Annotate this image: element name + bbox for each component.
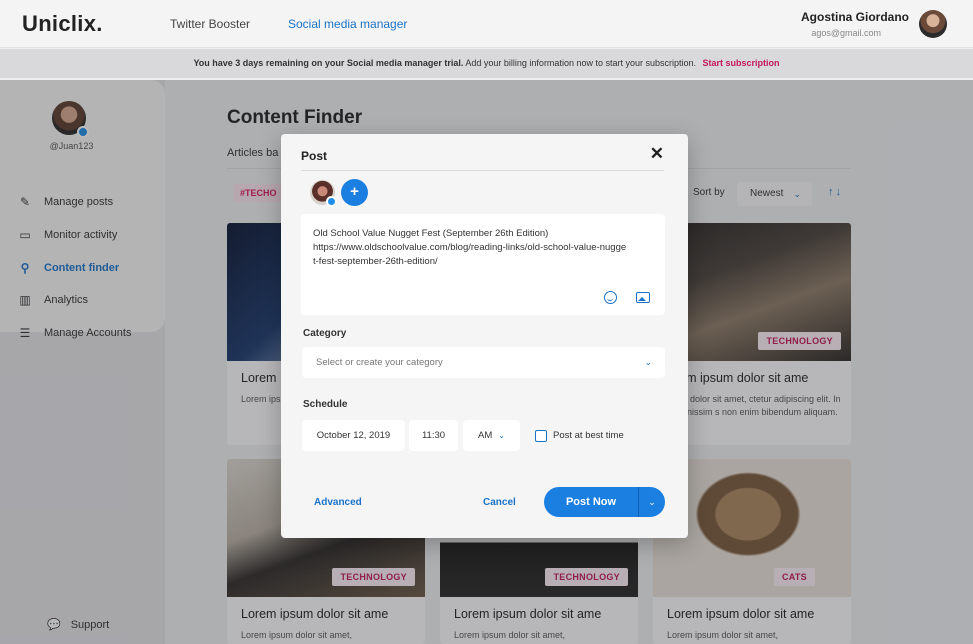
post-now-button[interactable]: Post Now — [544, 487, 638, 517]
post-text-area[interactable]: Old School Value Nugget Fest (September … — [301, 214, 665, 315]
post-modal: Post ✕ + Old School Value Nugget Fest (S… — [281, 134, 688, 538]
nav-social-media-manager[interactable]: Social media manager — [288, 17, 407, 31]
start-subscription-link[interactable]: Start subscription — [703, 58, 780, 68]
trial-banner: You have 3 days remaining on your Social… — [0, 49, 973, 78]
emoji-icon[interactable] — [604, 291, 617, 304]
trial-banner-bold: You have 3 days remaining on your Social… — [193, 58, 464, 68]
user-email: agos@gmail.com — [811, 28, 881, 38]
user-name[interactable]: Agostina Giordano — [801, 10, 909, 24]
post-text-line: https://www.oldschoolvalue.com/blog/read… — [313, 242, 627, 253]
modal-title: Post — [301, 149, 328, 163]
ampm-select[interactable]: AM ⌄ — [463, 420, 520, 451]
post-text-line: Old School Value Nugget Fest (September … — [313, 228, 549, 239]
advanced-button[interactable]: Advanced — [314, 497, 362, 508]
date-picker[interactable]: October 12, 2019 — [302, 420, 405, 451]
chevron-down-icon[interactable]: ⌄ — [639, 487, 665, 517]
category-select[interactable]: Select or create your category ⌄ — [302, 347, 665, 378]
best-time-checkbox[interactable] — [535, 430, 547, 442]
close-icon[interactable]: ✕ — [650, 145, 664, 162]
best-time-label[interactable]: Post at best time — [553, 430, 624, 441]
schedule-label: Schedule — [303, 399, 348, 410]
user-avatar[interactable] — [919, 10, 947, 38]
post-text-line: t-fest-september-26th-edition/ — [313, 256, 438, 267]
top-header: Uniclix. Twitter Booster Social media ma… — [0, 0, 973, 48]
twitter-badge-icon — [326, 196, 337, 207]
image-icon[interactable] — [636, 292, 650, 303]
cancel-button[interactable]: Cancel — [483, 497, 516, 508]
nav-twitter-booster[interactable]: Twitter Booster — [170, 17, 250, 31]
category-label: Category — [303, 328, 347, 339]
modal-divider — [301, 170, 664, 171]
chevron-down-icon: ⌄ — [498, 431, 505, 440]
chevron-down-icon: ⌄ — [644, 357, 652, 367]
app-logo[interactable]: Uniclix. — [22, 11, 103, 37]
time-input[interactable]: 11:30 — [409, 420, 458, 451]
category-placeholder: Select or create your category — [316, 357, 443, 368]
ampm-value: AM — [478, 430, 493, 441]
add-account-button[interactable]: + — [341, 179, 368, 206]
trial-banner-text: Add your billing information now to star… — [465, 58, 697, 68]
post-now-button-group: Post Now ⌄ — [544, 487, 665, 517]
